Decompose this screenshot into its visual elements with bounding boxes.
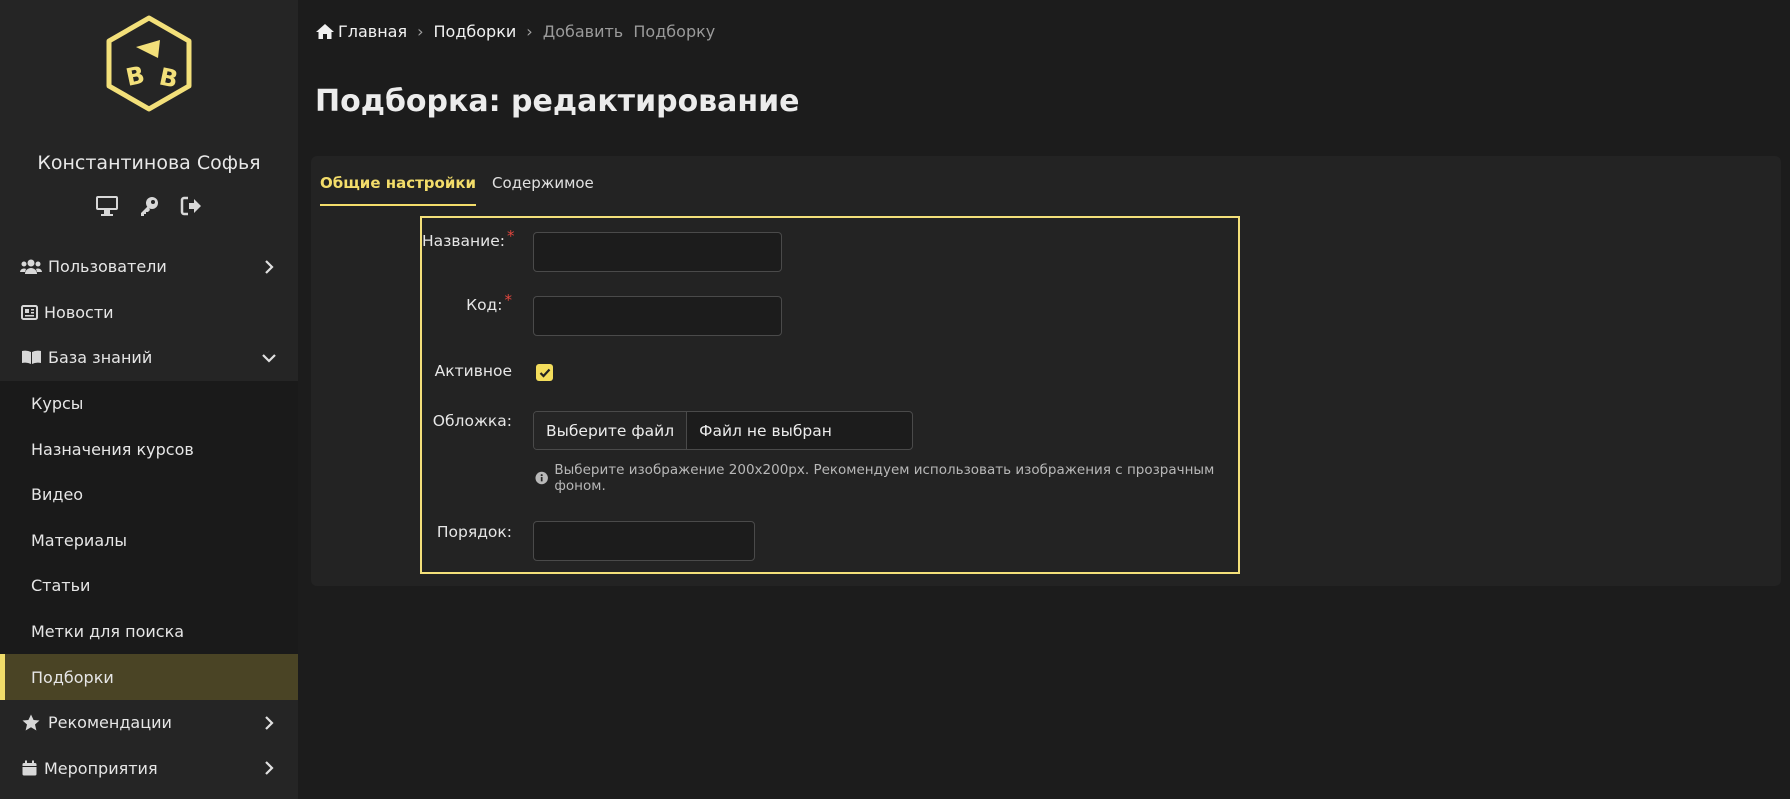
code-input[interactable] xyxy=(533,296,782,336)
breadcrumb-home-link[interactable]: Главная xyxy=(338,22,407,41)
required-mark: * xyxy=(507,227,515,245)
sidebar-item-course-assignments[interactable]: Назначения курсов xyxy=(0,426,298,472)
order-input[interactable] xyxy=(533,521,755,561)
sidebar-item-users[interactable]: Пользователи xyxy=(0,244,298,290)
sign-out-icon[interactable] xyxy=(178,194,204,218)
name-label-text: Название: xyxy=(422,232,505,250)
book-icon xyxy=(20,349,42,367)
cover-label: Обложка: xyxy=(432,412,512,430)
breadcrumb-separator: › xyxy=(526,22,533,41)
sidebar-item-materials[interactable]: Материалы xyxy=(0,518,298,564)
form-settings: Название: * Код: * Активное Обложка: Выбер… xyxy=(420,216,1240,574)
breadcrumb-collections-link[interactable]: Подборки xyxy=(434,22,517,41)
sidebar-item-label: Мероприятия xyxy=(44,758,158,778)
sidebar-item-news[interactable]: Новости xyxy=(0,290,298,336)
page-title: Подборка: редактирование xyxy=(315,84,800,119)
user-name: Константинова Софья xyxy=(37,152,261,174)
sidebar-item-label: Подборки xyxy=(31,667,114,687)
calendar-icon xyxy=(20,759,38,777)
form-card: Общие настройки Содержимое Название: * Ко… xyxy=(311,156,1781,586)
sidebar-item-label: Пользователи xyxy=(48,257,167,277)
cover-hint-text: Выберите изображение 200x200px. Рекоменд… xyxy=(554,462,1215,494)
file-status: Файл не выбран xyxy=(699,421,832,440)
logo-icon[interactable]: B B xyxy=(100,14,198,112)
name-label: Название: * xyxy=(422,227,515,250)
knowledge-base-submenu: Курсы Назначения курсов Видео Материалы … xyxy=(0,380,298,700)
sidebar-item-label: Видео xyxy=(31,485,84,505)
desktop-icon[interactable] xyxy=(94,194,120,218)
chevron-right-icon xyxy=(262,761,276,776)
svg-text:B: B xyxy=(123,61,147,92)
cover-file-input[interactable]: Выберите файл Файл не выбран xyxy=(533,411,914,450)
user-actions xyxy=(0,194,298,218)
cover-hint: Выберите изображение 200x200px. Рекоменд… xyxy=(535,462,1238,494)
chevron-down-icon xyxy=(262,351,276,365)
active-checkbox[interactable] xyxy=(536,364,553,381)
sidebar-item-video[interactable]: Видео xyxy=(0,472,298,518)
required-mark: * xyxy=(504,291,513,309)
tab-content[interactable]: Содержимое xyxy=(492,174,594,206)
users-icon xyxy=(20,258,42,276)
sidebar-item-label: Материалы xyxy=(31,530,127,550)
sidebar-item-knowledge-base[interactable]: База знаний xyxy=(0,335,298,381)
sidebar-item-search-tags[interactable]: Метки для поиска xyxy=(0,609,298,655)
info-icon xyxy=(535,471,548,485)
breadcrumb: Главная › Подборки › Добавить Подборку xyxy=(315,22,715,41)
sidebar: B B Константинова Софья Пользователи Нов… xyxy=(0,0,298,799)
chevron-right-icon xyxy=(262,260,276,274)
breadcrumb-separator: › xyxy=(417,22,424,41)
active-label: Активное xyxy=(434,362,512,380)
sidebar-item-events[interactable]: Мероприятия xyxy=(0,746,298,792)
sidebar-item-label: Новости xyxy=(44,302,114,322)
chevron-right-icon xyxy=(262,715,276,730)
check-icon xyxy=(539,368,550,378)
sidebar-item-courses[interactable]: Курсы xyxy=(0,381,298,427)
breadcrumb-current: Добавить Подборку xyxy=(542,22,716,41)
code-label: Код: * xyxy=(422,291,512,314)
sidebar-item-label: Метки для поиска xyxy=(31,622,185,642)
star-icon xyxy=(20,714,42,732)
sidebar-item-collections[interactable]: Подборки xyxy=(0,654,298,700)
sidebar-item-articles[interactable]: Статьи xyxy=(0,563,298,609)
key-icon[interactable] xyxy=(136,194,162,218)
sidebar-item-label: Статьи xyxy=(31,576,91,596)
sidebar-item-label: Рекомендации xyxy=(48,713,172,733)
tabs: Общие настройки Содержимое xyxy=(320,174,610,206)
sidebar-item-label: Курсы xyxy=(31,394,84,414)
order-label: Порядок: xyxy=(436,523,512,541)
tab-general-settings[interactable]: Общие настройки xyxy=(320,174,477,206)
sidebar-item-recommendations[interactable]: Рекомендации xyxy=(0,700,298,746)
choose-file-button[interactable]: Выберите файл xyxy=(534,412,688,449)
sidebar-item-label: Назначения курсов xyxy=(31,439,194,459)
name-input[interactable] xyxy=(533,232,782,272)
sidebar-nav: Пользователи Новости База знаний Курсы Н… xyxy=(0,244,298,791)
code-label-text: Код: xyxy=(466,296,503,314)
newspaper-icon xyxy=(20,303,38,321)
sidebar-item-label: База знаний xyxy=(48,348,153,368)
svg-text:B: B xyxy=(157,62,181,93)
home-icon[interactable] xyxy=(315,23,335,41)
